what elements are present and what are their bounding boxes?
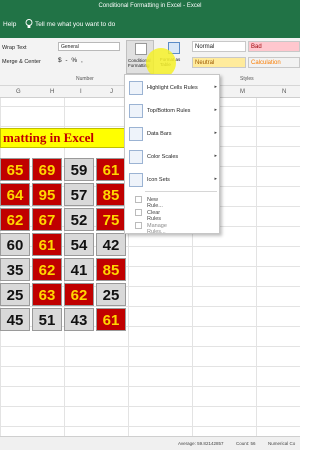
data-cell[interactable]: 42 [96,233,126,256]
data-cell[interactable]: 54 [64,233,94,256]
conditional-formatting-menu: Highlight Cells Rules ▸ Top/Bottom Rules… [124,74,221,235]
new-rule-label: New Rule... [147,197,163,209]
submenu-arrow-icon: ▸ [214,176,217,182]
menu-divider [145,191,217,192]
data-cell[interactable]: 85 [96,258,126,281]
column-header[interactable]: N [282,89,286,95]
conditional-formatting-icon [135,43,147,55]
data-cell[interactable]: 60 [0,233,30,256]
data-cell[interactable]: 35 [0,258,30,281]
status-average: Average: 59.82142857 [178,441,224,446]
data-cell[interactable]: 65 [0,158,30,181]
status-bar: Average: 59.82142857 Count: 56 Numerical… [0,436,300,450]
merge-center-button[interactable]: Merge & Center [2,59,41,65]
menu-item-top-bottom-rules[interactable]: Top/Bottom Rules ▸ [125,100,221,122]
top-bottom-icon [129,104,143,118]
clear-rules-label: Clear Rules [147,210,162,222]
status-count: Count: 56 [236,441,256,446]
data-cell[interactable]: 67 [32,208,62,231]
lightbulb-icon [25,19,33,28]
data-cell[interactable]: 52 [64,208,94,231]
number-format-buttons[interactable]: $ - % , [58,57,84,64]
style-normal[interactable]: Normal [192,41,246,52]
menu-item-label: Color Scales [147,154,179,160]
data-cell[interactable]: 61 [96,158,126,181]
column-header[interactable]: H [50,89,54,95]
data-cell[interactable]: 61 [32,233,62,256]
column-header[interactable]: G [16,89,21,95]
column-header[interactable]: M [240,89,245,95]
data-cell[interactable]: 59 [64,158,94,181]
new-rule-icon [135,196,142,203]
menu-item-label: Data Bars [147,131,172,137]
clear-rules-icon [135,209,142,216]
manage-rules-icon [135,222,142,229]
ribbon-tab-bar: Help Tell me what you want to do [0,12,300,38]
group-label-number: Number [76,76,94,82]
data-cell[interactable]: 45 [0,308,30,331]
window-title: Conditional Formatting in Excel - Excel [0,0,300,12]
data-cell[interactable]: 62 [32,258,62,281]
style-calculation[interactable]: Calculation [248,57,300,68]
style-bad[interactable]: Bad [248,41,300,52]
menu-item-label: Icon Sets [147,177,170,183]
data-cell[interactable]: 75 [96,208,126,231]
data-cell[interactable]: 95 [32,183,62,206]
data-bars-icon [129,127,143,141]
menu-item-icon-sets[interactable]: Icon Sets ▸ [125,169,221,191]
menu-item-data-bars[interactable]: Data Bars ▸ [125,123,221,145]
data-cell[interactable]: 85 [96,183,126,206]
tell-me-search[interactable]: Tell me what you want to do [35,21,115,28]
sheet-banner-title[interactable]: matting in Excel [0,128,128,148]
icon-sets-icon [129,173,143,187]
data-cell[interactable]: 41 [64,258,94,281]
data-cell[interactable]: 43 [64,308,94,331]
number-format-dropdown[interactable]: General [58,42,120,51]
data-cell[interactable]: 63 [32,283,62,306]
data-cell[interactable]: 51 [32,308,62,331]
submenu-arrow-icon: ▸ [214,84,217,90]
menu-item-label: Top/Bottom Rules [147,108,191,114]
column-header[interactable]: I [80,89,82,95]
data-cell[interactable]: 62 [64,283,94,306]
data-cell[interactable]: 25 [0,283,30,306]
status-numerical-count: Numerical Co [268,441,296,446]
data-cell[interactable]: 25 [96,283,126,306]
color-scales-icon [129,150,143,164]
style-neutral[interactable]: Neutral [192,57,246,68]
data-cell[interactable]: 62 [0,208,30,231]
tab-help[interactable]: Help [3,21,16,28]
wrap-text-button[interactable]: Wrap Text [2,45,27,51]
data-cell[interactable]: 57 [64,183,94,206]
data-cell[interactable]: 61 [96,308,126,331]
submenu-arrow-icon: ▸ [214,130,217,136]
menu-item-label: Highlight Cells Rules [147,85,198,91]
column-header[interactable]: J [110,89,113,95]
data-cell[interactable]: 64 [0,183,30,206]
menu-item-highlight-cells-rules[interactable]: Highlight Cells Rules ▸ [125,77,221,99]
submenu-arrow-icon: ▸ [214,107,217,113]
data-cell[interactable]: 69 [32,158,62,181]
highlight-cells-icon [129,81,143,95]
group-label-styles: Styles [240,76,254,82]
manage-rules-label: Manage Rules... [147,223,167,235]
submenu-arrow-icon: ▸ [214,153,217,159]
menu-item-color-scales[interactable]: Color Scales ▸ [125,146,221,168]
